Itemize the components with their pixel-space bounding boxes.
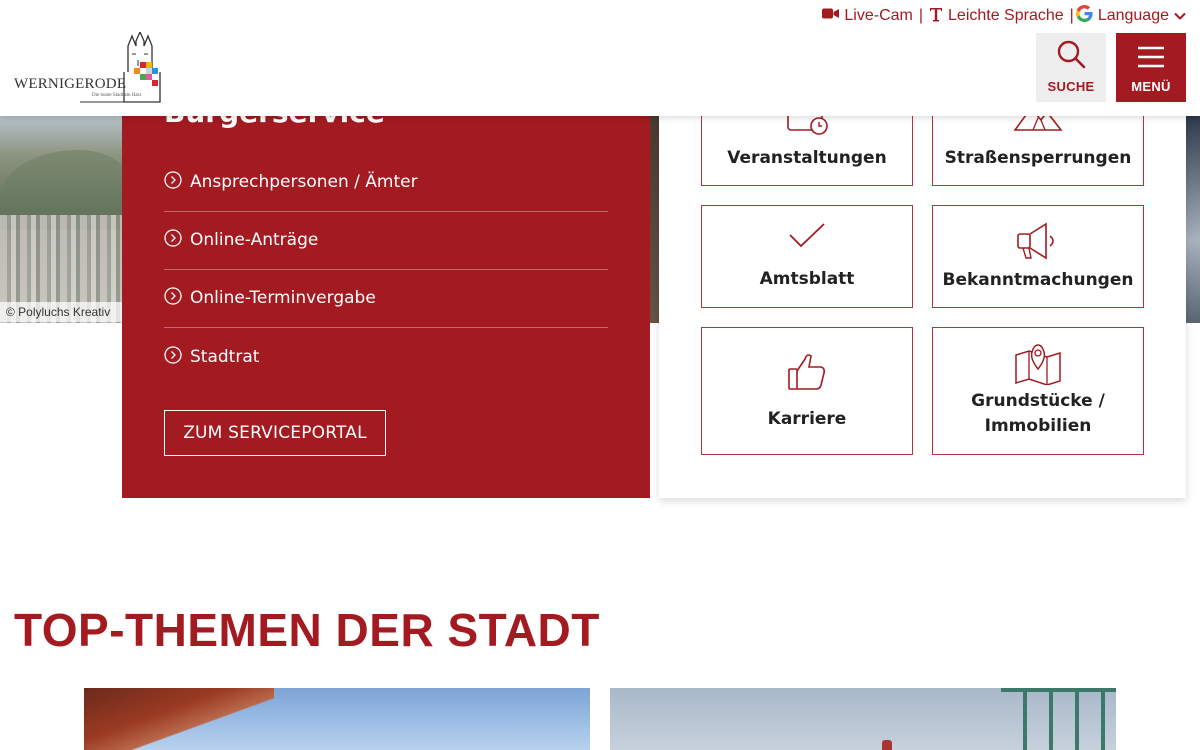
tile-label: Amtsblatt — [759, 269, 855, 289]
tile-label: Karriere — [767, 408, 847, 429]
serviceportal-button[interactable]: ZUM SERVICEPORTAL — [164, 410, 386, 456]
google-icon — [1075, 5, 1093, 27]
search-icon — [1056, 39, 1086, 73]
link-stadtrat[interactable]: Stadtrat — [164, 328, 608, 386]
language-selector[interactable]: Language — [1075, 5, 1186, 27]
utility-nav: Live-Cam | Leichte Sprache | Language — [822, 5, 1186, 27]
chevron-down-icon — [1174, 7, 1186, 25]
tile-grundstuecke[interactable]: Grundstücke / Immobilien — [932, 327, 1144, 455]
arrow-circle-icon — [164, 229, 182, 252]
menu-label: MENÜ — [1131, 79, 1171, 94]
tile-label: Veranstaltungen — [727, 148, 887, 168]
tile-bekanntmachungen[interactable]: Bekanntmachungen — [932, 205, 1144, 308]
thumbs-up-icon — [788, 353, 825, 390]
checkmark-icon — [789, 223, 825, 248]
video-camera-icon — [822, 7, 840, 25]
topic-teaser-image[interactable] — [610, 688, 1116, 750]
link-label: Online-Terminvergabe — [190, 288, 376, 308]
hamburger-icon — [1137, 45, 1165, 73]
tile-label: Straßensperrungen — [944, 148, 1132, 168]
site-logo[interactable]: WERNIGERODE Die bunte Stadt am Harz — [14, 32, 164, 104]
link-label: Online-Anträge — [190, 230, 319, 250]
livecam-label: Live-Cam — [844, 7, 913, 24]
search-label: SUCHE — [1047, 79, 1095, 94]
arrow-circle-icon — [164, 171, 182, 194]
photo-credit: © Polyluchs Kreativ — [0, 302, 125, 322]
language-label: Language — [1097, 7, 1169, 24]
arrow-circle-icon — [164, 287, 182, 310]
quick-links-panel: Veranstaltungen Straßensperrungen Amtsbl… — [659, 80, 1186, 498]
easy-language-icon — [929, 6, 943, 27]
buergerservice-links: Ansprechpersonen / Ämter Online-Anträge … — [164, 154, 608, 386]
link-label: Ansprechpersonen / Ämter — [190, 172, 418, 192]
megaphone-icon — [1017, 222, 1054, 260]
town-hall-logo-icon — [80, 32, 161, 103]
tile-label: Grundstücke / Immobilien — [971, 391, 1105, 436]
buergerservice-panel: Bürgerservice Ansprechpersonen / Ämter O… — [122, 96, 650, 498]
separator: | — [1069, 7, 1074, 24]
topic-teaser-image[interactable] — [84, 688, 590, 750]
easy-language-link[interactable]: Leichte Sprache — [929, 6, 1064, 27]
site-header: Live-Cam | Leichte Sprache | Language WE… — [0, 0, 1200, 116]
map-pin-icon — [1015, 344, 1061, 385]
arrow-circle-icon — [164, 345, 182, 369]
link-online-antraege[interactable]: Online-Anträge — [164, 212, 608, 270]
link-online-terminvergabe[interactable]: Online-Terminvergabe — [164, 270, 608, 328]
separator: | — [918, 7, 924, 24]
logo-text: WERNIGERODE — [14, 76, 127, 92]
link-ansprechpersonen[interactable]: Ansprechpersonen / Ämter — [164, 154, 608, 212]
tile-amtsblatt[interactable]: Amtsblatt — [701, 205, 913, 308]
easy-language-label: Leichte Sprache — [948, 7, 1064, 24]
tile-label: Bekanntmachungen — [942, 270, 1134, 290]
logo-tagline: Die bunte Stadt am Harz — [92, 93, 142, 98]
link-label: Stadtrat — [190, 346, 260, 367]
menu-button[interactable]: MENÜ — [1116, 33, 1186, 102]
search-button[interactable]: SUCHE — [1036, 33, 1106, 102]
teaser-roof — [84, 688, 274, 750]
tile-karriere[interactable]: Karriere — [701, 327, 913, 455]
livecam-link[interactable]: Live-Cam — [822, 7, 913, 25]
top-topics-heading: TOP-THEMEN DER STADT — [14, 604, 600, 656]
teaser-frame — [1001, 688, 1116, 750]
teaser-tower — [882, 740, 892, 750]
